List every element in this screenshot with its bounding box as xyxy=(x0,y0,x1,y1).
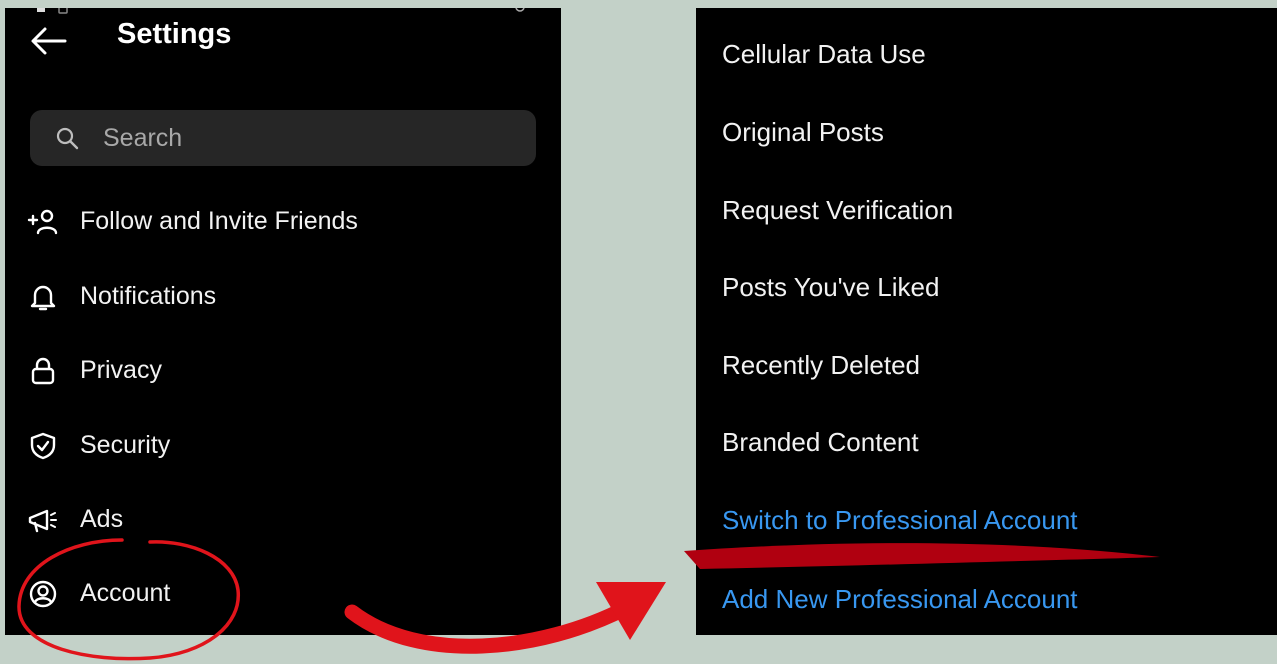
back-arrow-icon[interactable] xyxy=(29,23,69,59)
menu-item-label: Original Posts xyxy=(722,117,884,147)
menu-item-follow-invite[interactable]: Follow and Invite Friends xyxy=(5,192,561,252)
menu-item-label: Cellular Data Use xyxy=(722,39,926,69)
menu-item-label: Account xyxy=(80,579,171,607)
bell-icon xyxy=(30,285,56,311)
menu-item-label: Branded Content xyxy=(722,427,919,457)
switch-to-professional-link[interactable]: Switch to Professional Account xyxy=(696,491,1277,551)
menu-item-notifications[interactable]: Notifications xyxy=(5,267,561,327)
megaphone-icon xyxy=(28,509,57,533)
menu-item-label: Security xyxy=(80,431,171,459)
status-bar-icon xyxy=(37,8,68,14)
menu-item-label: Privacy xyxy=(80,356,162,384)
menu-item-ads[interactable]: Ads xyxy=(5,490,561,550)
menu-item-label: Recently Deleted xyxy=(722,350,920,380)
menu-item-label: Add New Professional Account xyxy=(722,584,1078,614)
menu-item-privacy[interactable]: Privacy xyxy=(5,341,561,401)
search-input[interactable]: Search xyxy=(30,110,536,166)
menu-item-label: Posts You've Liked xyxy=(722,272,940,302)
add-person-icon xyxy=(27,209,58,235)
search-placeholder: Search xyxy=(103,124,183,152)
menu-item-label: Notifications xyxy=(80,282,217,310)
account-screen: Cellular Data Use Original Posts Request… xyxy=(696,8,1277,635)
menu-item-label: Follow and Invite Friends xyxy=(80,207,358,235)
menu-item-cellular-data-use[interactable]: Cellular Data Use xyxy=(696,25,1277,85)
add-professional-account-link[interactable]: Add New Professional Account xyxy=(696,570,1277,630)
menu-item-security[interactable]: Security xyxy=(5,416,561,476)
settings-screen: Settings Search Follow and Invite Friend… xyxy=(5,8,561,635)
account-circle-icon xyxy=(29,580,57,608)
page-title: Settings xyxy=(117,18,232,50)
arrow-head-icon xyxy=(596,582,666,640)
search-icon xyxy=(56,127,79,150)
menu-item-recently-deleted[interactable]: Recently Deleted xyxy=(696,336,1277,396)
menu-item-posts-liked[interactable]: Posts You've Liked xyxy=(696,258,1277,318)
shield-check-icon xyxy=(30,432,56,460)
menu-item-branded-content[interactable]: Branded Content xyxy=(696,413,1277,473)
menu-item-label: Request Verification xyxy=(722,195,954,225)
menu-item-request-verification[interactable]: Request Verification xyxy=(696,181,1277,241)
menu-item-original-posts[interactable]: Original Posts xyxy=(696,103,1277,163)
status-bar-right-icon xyxy=(515,8,525,12)
menu-item-label: Ads xyxy=(80,505,124,533)
menu-item-label: Switch to Professional Account xyxy=(722,505,1078,535)
lock-icon xyxy=(31,357,55,385)
menu-item-account[interactable]: Account xyxy=(5,564,561,624)
